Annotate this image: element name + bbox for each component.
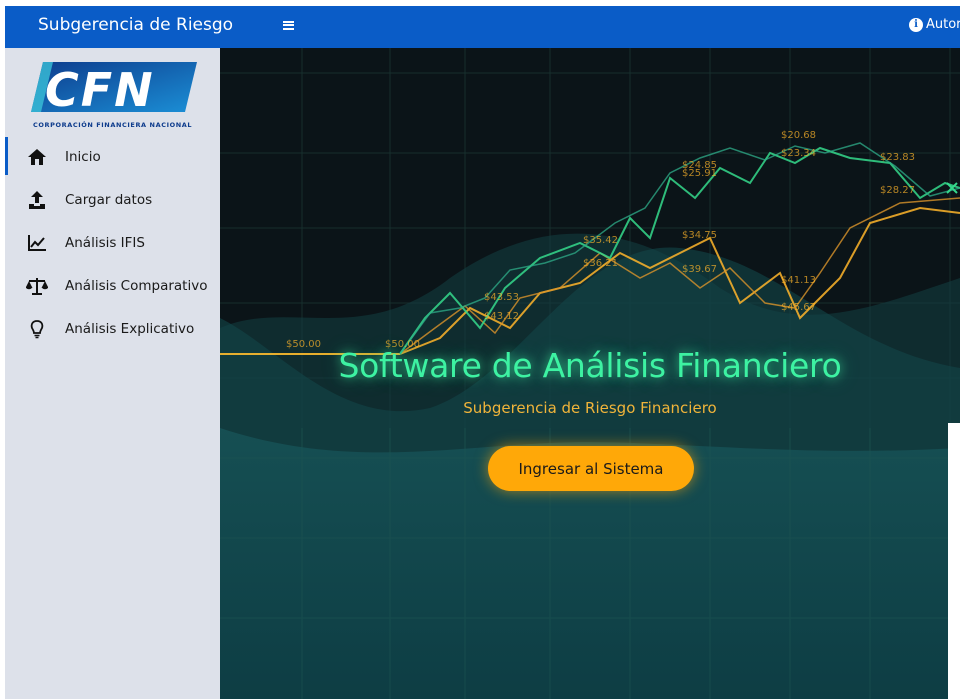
- sidebar-item-analisis-comparativo[interactable]: Análisis Comparativo: [5, 264, 220, 307]
- sidebar-item-analisis-ifis[interactable]: Análisis IFIS: [5, 221, 220, 264]
- sidebar-item-label: Análisis Explicativo: [65, 320, 195, 337]
- home-icon: [26, 146, 48, 168]
- sidebar-item-label: Inicio: [65, 148, 101, 165]
- sidebar-nav: Inicio Cargar datos Análisis IFIS Anális…: [5, 135, 220, 350]
- hero-subtitle: Subgerencia de Riesgo Financiero: [463, 399, 717, 417]
- sidebar: CFN CORPORACIÓN FINANCIERA NACIONAL Inic…: [5, 48, 220, 699]
- lightbulb-icon: [26, 318, 48, 340]
- sidebar-item-cargar-datos[interactable]: Cargar datos: [5, 178, 220, 221]
- upload-icon: [26, 189, 48, 211]
- price-label: $41.13: [781, 275, 816, 286]
- app-title: Subgerencia de Riesgo: [38, 15, 234, 35]
- price-label: $23.34: [781, 148, 816, 159]
- hero-banner: $50.00 $50.00 $43.53 $43.12 $35.42 $36.2…: [220, 48, 960, 699]
- price-label: $25.91: [682, 168, 717, 179]
- price-label: $20.68: [781, 130, 816, 141]
- authors-link[interactable]: i Autor: [909, 17, 960, 32]
- price-label: $45.67: [781, 302, 816, 313]
- price-label: $23.83: [880, 152, 915, 163]
- price-label: $43.12: [484, 311, 519, 322]
- authors-label: Autor: [926, 17, 960, 32]
- hamburger-icon[interactable]: [275, 12, 301, 38]
- logo-tagline: CORPORACIÓN FINANCIERA NACIONAL: [33, 120, 192, 129]
- sidebar-item-label: Cargar datos: [65, 191, 153, 208]
- price-label: $34.75: [682, 230, 717, 241]
- sidebar-item-label: Análisis IFIS: [65, 234, 145, 251]
- price-label: $36.21: [583, 258, 618, 269]
- sidebar-item-label: Análisis Comparativo: [65, 277, 208, 294]
- hero-title: Software de Análisis Financiero: [338, 346, 842, 385]
- sidebar-item-analisis-explicativo[interactable]: Análisis Explicativo: [5, 307, 220, 350]
- price-label: $35.42: [583, 235, 618, 246]
- price-label: $28.27: [880, 185, 915, 196]
- price-label: $43.53: [484, 292, 519, 303]
- edge-panel: [948, 423, 960, 699]
- cfn-logo: CFN CORPORACIÓN FINANCIERA NACIONAL: [31, 62, 197, 129]
- logo-text: CFN: [45, 63, 155, 117]
- enter-system-button[interactable]: Ingresar al Sistema: [488, 446, 694, 491]
- info-circle-icon: i: [909, 17, 923, 32]
- balance-scale-icon: [26, 275, 48, 297]
- line-chart-icon: [26, 232, 48, 254]
- price-label: $39.67: [682, 264, 717, 275]
- top-navbar: Subgerencia de Riesgo i Autor: [5, 6, 960, 48]
- sidebar-item-inicio[interactable]: Inicio: [5, 135, 220, 178]
